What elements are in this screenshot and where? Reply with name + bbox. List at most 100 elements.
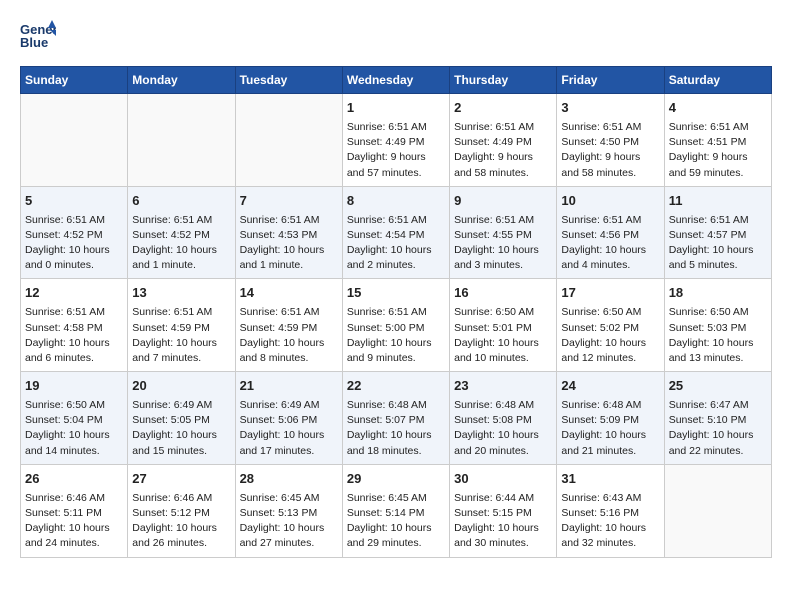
cell-content: Sunset: 5:09 PM [561, 413, 659, 428]
cell-content: Sunset: 4:53 PM [240, 228, 338, 243]
cell-content: Sunrise: 6:51 AM [561, 213, 659, 228]
cell-content: Sunset: 5:13 PM [240, 506, 338, 521]
cell-content: Daylight: 10 hours and 0 minutes. [25, 243, 123, 273]
day-number: 17 [561, 284, 659, 303]
calendar-cell: 5Sunrise: 6:51 AMSunset: 4:52 PMDaylight… [21, 186, 128, 279]
cell-content: Sunrise: 6:51 AM [132, 213, 230, 228]
calendar-cell: 13Sunrise: 6:51 AMSunset: 4:59 PMDayligh… [128, 279, 235, 372]
cell-content: Sunrise: 6:51 AM [454, 213, 552, 228]
cell-content: Sunrise: 6:51 AM [347, 305, 445, 320]
day-number: 31 [561, 470, 659, 489]
cell-content: Daylight: 10 hours and 24 minutes. [25, 521, 123, 551]
weekday-header-tuesday: Tuesday [235, 67, 342, 94]
page-header: General Blue [20, 20, 772, 56]
calendar-cell: 14Sunrise: 6:51 AMSunset: 4:59 PMDayligh… [235, 279, 342, 372]
day-number: 15 [347, 284, 445, 303]
cell-content: Daylight: 10 hours and 32 minutes. [561, 521, 659, 551]
calendar-cell: 11Sunrise: 6:51 AMSunset: 4:57 PMDayligh… [664, 186, 771, 279]
cell-content: Daylight: 10 hours and 29 minutes. [347, 521, 445, 551]
day-number: 1 [347, 99, 445, 118]
cell-content: Sunset: 5:14 PM [347, 506, 445, 521]
cell-content: Sunrise: 6:50 AM [454, 305, 552, 320]
calendar-week-3: 19Sunrise: 6:50 AMSunset: 5:04 PMDayligh… [21, 372, 772, 465]
cell-content: Sunrise: 6:48 AM [454, 398, 552, 413]
calendar-cell: 18Sunrise: 6:50 AMSunset: 5:03 PMDayligh… [664, 279, 771, 372]
cell-content: Sunrise: 6:51 AM [454, 120, 552, 135]
cell-content: Daylight: 10 hours and 26 minutes. [132, 521, 230, 551]
cell-content: Daylight: 10 hours and 10 minutes. [454, 336, 552, 366]
cell-content: Daylight: 10 hours and 22 minutes. [669, 428, 767, 458]
cell-content: Sunrise: 6:43 AM [561, 491, 659, 506]
logo-icon: General Blue [20, 20, 56, 56]
cell-content: Sunrise: 6:51 AM [347, 213, 445, 228]
calendar-cell: 6Sunrise: 6:51 AMSunset: 4:52 PMDaylight… [128, 186, 235, 279]
day-number: 5 [25, 192, 123, 211]
cell-content: Sunset: 4:51 PM [669, 135, 767, 150]
calendar-week-0: 1Sunrise: 6:51 AMSunset: 4:49 PMDaylight… [21, 94, 772, 187]
calendar-cell: 19Sunrise: 6:50 AMSunset: 5:04 PMDayligh… [21, 372, 128, 465]
calendar-cell: 1Sunrise: 6:51 AMSunset: 4:49 PMDaylight… [342, 94, 449, 187]
cell-content: Sunrise: 6:50 AM [25, 398, 123, 413]
cell-content: Sunset: 5:15 PM [454, 506, 552, 521]
calendar-header: SundayMondayTuesdayWednesdayThursdayFrid… [21, 67, 772, 94]
cell-content: Sunset: 5:16 PM [561, 506, 659, 521]
cell-content: Sunset: 4:56 PM [561, 228, 659, 243]
cell-content: Sunset: 5:04 PM [25, 413, 123, 428]
cell-content: Daylight: 10 hours and 21 minutes. [561, 428, 659, 458]
cell-content: Sunrise: 6:51 AM [25, 305, 123, 320]
cell-content: Sunrise: 6:51 AM [240, 213, 338, 228]
calendar-cell [664, 464, 771, 557]
cell-content: Daylight: 10 hours and 6 minutes. [25, 336, 123, 366]
day-number: 8 [347, 192, 445, 211]
calendar-cell: 31 Sunrise: 6:43 AMSunset: 5:16 PMDayligh… [557, 464, 664, 557]
cell-content: Daylight: 10 hours and 14 minutes. [25, 428, 123, 458]
day-number: 22 [347, 377, 445, 396]
cell-content: Daylight: 10 hours and 8 minutes. [240, 336, 338, 366]
day-number: 16 [454, 284, 552, 303]
cell-content: Sunrise: 6:49 AM [240, 398, 338, 413]
cell-content: Sunrise: 6:50 AM [669, 305, 767, 320]
calendar-cell [21, 94, 128, 187]
cell-content: Daylight: 10 hours and 18 minutes. [347, 428, 445, 458]
cell-content: Daylight: 10 hours and 17 minutes. [240, 428, 338, 458]
cell-content: Sunset: 4:54 PM [347, 228, 445, 243]
day-number: 28 [240, 470, 338, 489]
day-number: 18 [669, 284, 767, 303]
cell-content: Sunset: 4:57 PM [669, 228, 767, 243]
cell-content: Sunrise: 6:46 AM [132, 491, 230, 506]
calendar-week-2: 12Sunrise: 6:51 AMSunset: 4:58 PMDayligh… [21, 279, 772, 372]
cell-content: Sunset: 5:07 PM [347, 413, 445, 428]
cell-content: Sunrise: 6:50 AM [561, 305, 659, 320]
calendar-cell: 4Sunrise: 6:51 AMSunset: 4:51 PMDaylight… [664, 94, 771, 187]
day-number: 30 [454, 470, 552, 489]
calendar-cell: 8Sunrise: 6:51 AMSunset: 4:54 PMDaylight… [342, 186, 449, 279]
day-number: 10 [561, 192, 659, 211]
weekday-header-thursday: Thursday [450, 67, 557, 94]
day-number: 13 [132, 284, 230, 303]
cell-content: Sunset: 4:52 PM [132, 228, 230, 243]
calendar-cell: 27Sunrise: 6:46 AMSunset: 5:12 PMDayligh… [128, 464, 235, 557]
cell-content: Sunset: 5:08 PM [454, 413, 552, 428]
cell-content: Sunset: 5:06 PM [240, 413, 338, 428]
calendar-week-1: 5Sunrise: 6:51 AMSunset: 4:52 PMDaylight… [21, 186, 772, 279]
cell-content: Sunrise: 6:51 AM [347, 120, 445, 135]
cell-content: Sunset: 4:49 PM [454, 135, 552, 150]
day-number: 25 [669, 377, 767, 396]
calendar-cell: 26Sunrise: 6:46 AMSunset: 5:11 PMDayligh… [21, 464, 128, 557]
cell-content: Sunset: 5:03 PM [669, 321, 767, 336]
cell-content: Sunrise: 6:47 AM [669, 398, 767, 413]
cell-content: Daylight: 10 hours and 1 minute. [132, 243, 230, 273]
cell-content: Sunset: 4:58 PM [25, 321, 123, 336]
cell-content: Sunset: 5:02 PM [561, 321, 659, 336]
calendar-body: 1Sunrise: 6:51 AMSunset: 4:49 PMDaylight… [21, 94, 772, 558]
day-number: 29 [347, 470, 445, 489]
calendar-cell [235, 94, 342, 187]
calendar-cell: 9Sunrise: 6:51 AMSunset: 4:55 PMDaylight… [450, 186, 557, 279]
cell-content: Sunrise: 6:51 AM [669, 213, 767, 228]
cell-content: Sunrise: 6:49 AM [132, 398, 230, 413]
cell-content: Sunrise: 6:46 AM [25, 491, 123, 506]
day-number: 3 [561, 99, 659, 118]
cell-content: Daylight: 10 hours and 12 minutes. [561, 336, 659, 366]
day-number: 9 [454, 192, 552, 211]
weekday-header-friday: Friday [557, 67, 664, 94]
